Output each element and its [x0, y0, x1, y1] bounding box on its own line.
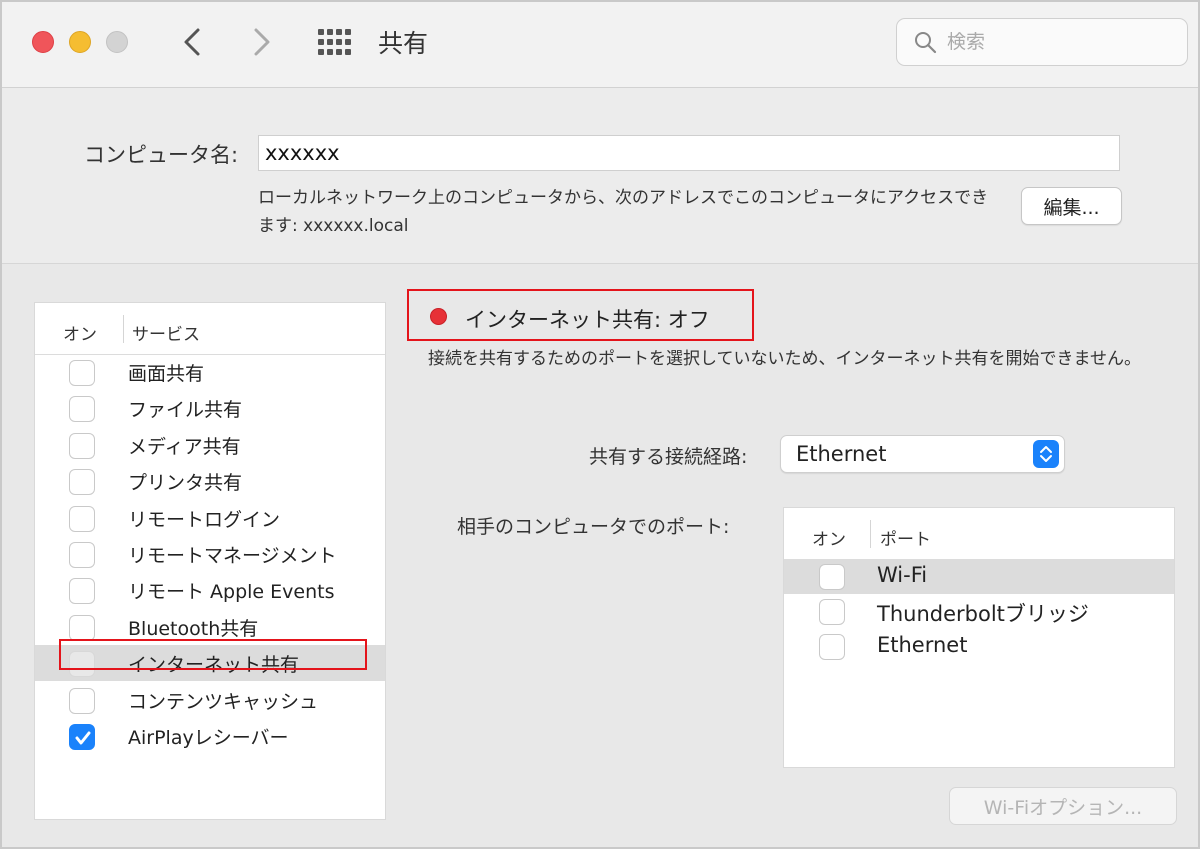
column-header-service: サービス	[132, 325, 200, 345]
chevron-left-icon	[184, 28, 200, 56]
service-checkbox[interactable]	[69, 432, 95, 459]
status-description: 接続を共有するためのポートを選択していないため、インターネット共有を開始できませ…	[428, 349, 1141, 369]
close-window-button[interactable]	[32, 31, 54, 53]
service-row[interactable]: リモート Apple Events	[35, 572, 385, 608]
port-row[interactable]: Wi-Fi	[784, 559, 1174, 594]
search-field[interactable]	[896, 18, 1188, 66]
service-label: Bluetooth共有	[128, 617, 259, 640]
column-divider	[870, 520, 871, 548]
internet-sharing-status: インターネット共有: オフ	[407, 289, 754, 341]
preferences-window: 共有 コンピュータ名: ローカルネットワーク上のコンピュータから、次のアドレスで…	[0, 0, 1200, 849]
service-label: プリンタ共有	[128, 472, 243, 495]
status-text: インターネット共有: オフ	[465, 308, 710, 332]
service-row[interactable]: メディア共有	[35, 427, 385, 463]
grid-icon	[318, 29, 351, 55]
ports-header: オン ポート	[784, 508, 1174, 560]
service-checkbox[interactable]	[69, 614, 95, 641]
ports-list: オン ポート Wi-Fi Thunderboltブリッジ Ethernet	[783, 507, 1175, 768]
share-from-value: Ethernet	[796, 442, 887, 466]
search-icon	[915, 32, 937, 54]
share-from-select[interactable]: Ethernet	[780, 435, 1065, 473]
column-header-port: ポート	[880, 530, 931, 550]
service-checkbox[interactable]	[69, 687, 95, 714]
port-checkbox[interactable]	[819, 599, 845, 625]
service-label: リモートマネージメント	[128, 545, 337, 567]
port-label: Wi-Fi	[877, 563, 928, 587]
toolbar: 共有	[2, 2, 1198, 88]
service-checkbox[interactable]	[69, 360, 95, 386]
service-label: メディア共有	[128, 435, 241, 458]
services-header: オン サービス	[35, 303, 385, 355]
port-label: Thunderboltブリッジ	[877, 602, 1089, 626]
zoom-window-button[interactable]	[106, 31, 128, 53]
wifi-options-button[interactable]: Wi-Fiオプション...	[949, 787, 1177, 825]
column-header-on: オン	[812, 530, 846, 550]
show-all-button[interactable]	[317, 28, 353, 56]
service-checkbox[interactable]	[69, 724, 95, 750]
service-row[interactable]: ファイル共有	[35, 390, 385, 426]
service-label: ファイル共有	[128, 399, 243, 422]
computer-name-label: コンピュータ名:	[84, 143, 239, 167]
service-label: リモート Apple Events	[128, 581, 335, 604]
services-list: オン サービス 画面共有ファイル共有 メディア共有 プリンタ共有リモートログインリモ…	[34, 302, 386, 820]
back-button[interactable]	[178, 24, 208, 60]
up-down-chevron-icon	[1040, 446, 1052, 462]
port-checkbox[interactable]	[819, 564, 845, 590]
service-label: 画面共有	[128, 363, 205, 385]
computer-name-input[interactable]	[258, 135, 1120, 171]
port-label: Ethernet	[877, 633, 968, 657]
window-title: 共有	[378, 29, 429, 58]
port-checkbox[interactable]	[819, 634, 845, 660]
service-label: AirPlayレシーバー	[128, 727, 289, 749]
search-input[interactable]	[947, 27, 1177, 57]
service-row[interactable]: リモートマネージメント	[35, 536, 385, 572]
select-stepper	[1033, 440, 1059, 468]
share-from-label: 共有する接続経路:	[589, 446, 748, 468]
service-checkbox[interactable]	[69, 542, 95, 568]
service-row[interactable]: AirPlayレシーバー	[35, 718, 385, 754]
service-label: コンテンツキャッシュ	[128, 690, 319, 713]
service-row[interactable]: 画面共有	[35, 354, 385, 390]
port-row[interactable]: Thunderboltブリッジ	[784, 594, 1174, 629]
column-header-on: オン	[63, 325, 97, 345]
service-checkbox[interactable]	[69, 505, 95, 532]
computer-name-section: コンピュータ名: ローカルネットワーク上のコンピュータから、次のアドレスでこのコ…	[2, 88, 1198, 264]
service-row[interactable]: リモートログイン	[35, 500, 385, 536]
column-divider	[123, 315, 124, 343]
annotation-highlight-box	[59, 639, 367, 671]
status-indicator-icon	[430, 308, 447, 325]
service-row[interactable]: プリンタ共有	[35, 463, 385, 499]
computer-name-description: ローカルネットワーク上のコンピュータから、次のアドレスでこのコンピュータにアクセ…	[258, 188, 989, 236]
service-checkbox[interactable]	[69, 469, 95, 496]
service-checkbox[interactable]	[69, 578, 95, 605]
forward-button[interactable]	[246, 24, 276, 60]
chevron-right-icon	[254, 28, 270, 56]
service-row[interactable]: コンテンツキャッシュ	[35, 682, 385, 718]
port-row[interactable]: Ethernet	[784, 629, 1174, 664]
service-label: リモートログイン	[128, 508, 281, 531]
edit-button[interactable]: 編集...	[1021, 187, 1122, 225]
ports-label: 相手のコンピュータでのポート:	[457, 516, 730, 538]
service-checkbox[interactable]	[69, 396, 95, 423]
checkmark-icon	[75, 731, 91, 745]
minimize-window-button[interactable]	[69, 31, 91, 53]
